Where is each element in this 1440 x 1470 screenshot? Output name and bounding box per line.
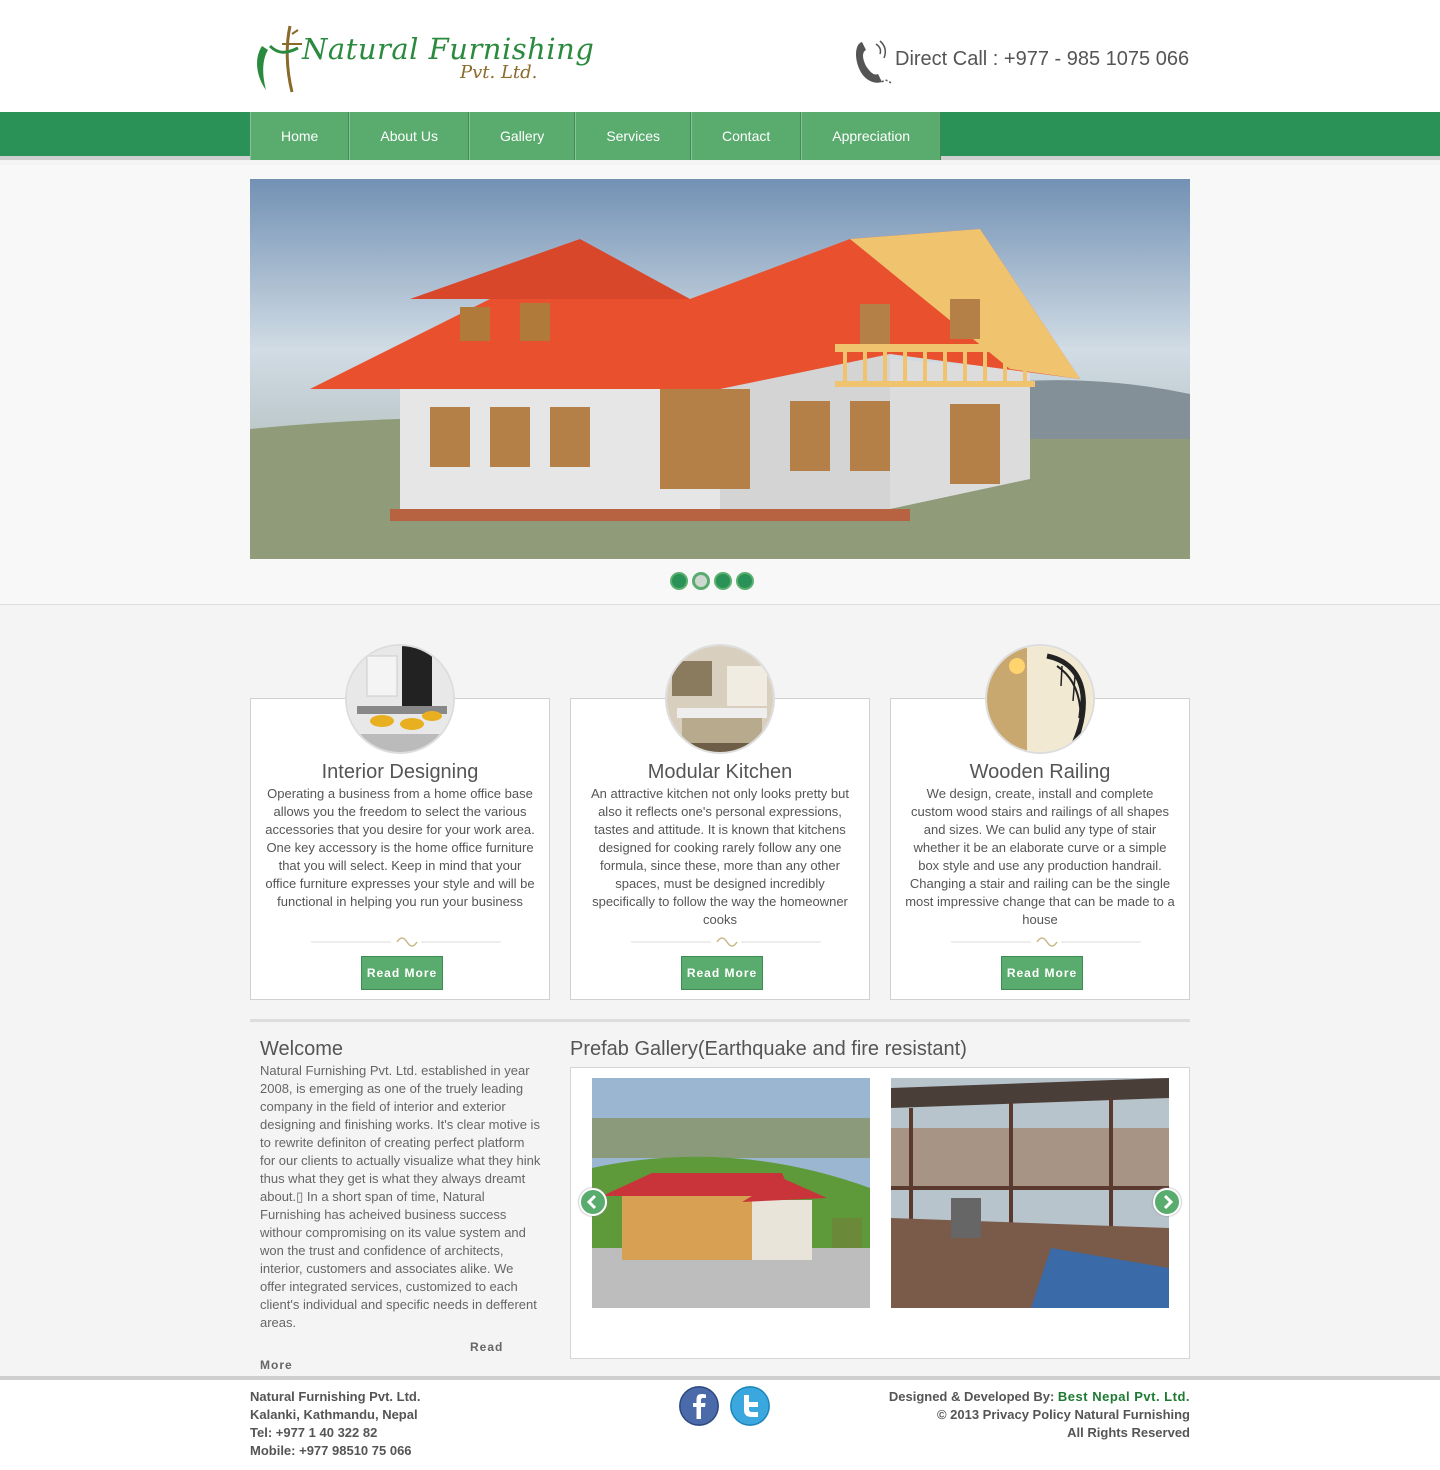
nav-appreciation[interactable]: Appreciation bbox=[801, 112, 942, 160]
interior-thumbnail[interactable] bbox=[345, 644, 455, 754]
welcome-text: Natural Furnishing Pvt. Ltd. established… bbox=[260, 1063, 541, 1330]
nav-services[interactable]: Services bbox=[575, 112, 691, 160]
developer-link[interactable]: Best Nepal Pvt. Ltd. bbox=[1058, 1389, 1190, 1404]
phone-icon bbox=[856, 40, 893, 85]
twitter-glyph bbox=[730, 1386, 770, 1426]
interior-illustration bbox=[347, 646, 453, 752]
logo-sub-text: Pvt. Ltd. bbox=[460, 62, 538, 83]
facebook-icon[interactable] bbox=[679, 1386, 719, 1426]
footer-designed-by: Designed & Developed By: bbox=[888, 1389, 1055, 1404]
footer-mobile: Mobile: +977 98510 75 066 bbox=[250, 1443, 412, 1458]
ornament-divider bbox=[311, 937, 501, 947]
site-footer: Natural Furnishing Pvt. Ltd. Kalanki, Ka… bbox=[0, 1380, 1440, 1470]
feature-title: Modular Kitchen bbox=[647, 761, 793, 783]
gallery-next-button[interactable] bbox=[1153, 1188, 1181, 1216]
twitter-icon[interactable] bbox=[730, 1386, 770, 1426]
kitchen-thumbnail[interactable] bbox=[665, 644, 775, 754]
prev-arrow-icon bbox=[586, 1194, 597, 1210]
ornament-divider bbox=[951, 937, 1141, 947]
railing-illustration bbox=[987, 646, 1093, 752]
feature-title: Interior Designing bbox=[321, 761, 479, 783]
section-divider bbox=[250, 1019, 1190, 1022]
welcome-read-more-link-cont[interactable]: More bbox=[260, 1358, 293, 1372]
nav-about-us[interactable]: About Us bbox=[349, 112, 469, 160]
slider-dot-active[interactable] bbox=[692, 572, 710, 590]
footer-address: Kalanki, Kathmandu, Nepal bbox=[250, 1407, 418, 1422]
gallery-image-steel-frame[interactable] bbox=[891, 1078, 1169, 1308]
slider-dot[interactable] bbox=[736, 572, 754, 590]
slider-dot[interactable] bbox=[670, 572, 688, 590]
feature-text: An attractive kitchen not only looks pre… bbox=[591, 786, 849, 927]
site-logo[interactable]: Natural Furnishing Pvt. Ltd. bbox=[252, 24, 594, 96]
feature-title: Wooden Railing bbox=[969, 761, 1111, 783]
main-nav: Home About Us Gallery Services Contact A… bbox=[250, 112, 942, 160]
hero-slide-image[interactable] bbox=[250, 179, 1190, 559]
gallery-prev-button[interactable] bbox=[579, 1188, 607, 1216]
facebook-glyph bbox=[679, 1386, 719, 1426]
welcome-read-more-link[interactable]: Read bbox=[470, 1340, 503, 1354]
steel-frame-photo bbox=[891, 1078, 1169, 1308]
nav-contact[interactable]: Contact bbox=[691, 112, 802, 160]
main-nav-bar: Home About Us Gallery Services Contact A… bbox=[0, 112, 1440, 160]
slider-dot[interactable] bbox=[714, 572, 732, 590]
footer-company: Natural Furnishing Pvt. Ltd. bbox=[250, 1389, 421, 1404]
footer-credits: Designed & Developed By: Best Nepal Pvt.… bbox=[889, 1388, 1190, 1442]
read-more-button[interactable]: Read More bbox=[1001, 956, 1083, 990]
read-more-button[interactable]: Read More bbox=[361, 956, 443, 990]
gallery-title: Prefab Gallery(Earthquake and fire resis… bbox=[570, 1038, 967, 1060]
prefab-gallery-carousel bbox=[570, 1067, 1190, 1359]
footer-rights: All Rights Reserved bbox=[1067, 1425, 1190, 1440]
hero-slider bbox=[0, 165, 1440, 605]
site-header: Natural Furnishing Pvt. Ltd. Direct Call… bbox=[0, 0, 1440, 112]
next-arrow-icon bbox=[1163, 1194, 1174, 1210]
prefab-house-photo bbox=[592, 1078, 870, 1308]
logo-main-text: Natural Furnishing bbox=[302, 32, 595, 66]
railing-thumbnail[interactable] bbox=[985, 644, 1095, 754]
house-illustration bbox=[250, 179, 1190, 559]
direct-call-number: Direct Call : +977 - 985 1075 066 bbox=[895, 48, 1190, 70]
welcome-title: Welcome bbox=[260, 1038, 343, 1060]
feature-text: Operating a business from a home office … bbox=[265, 786, 535, 909]
footer-tel: Tel: +977 1 40 322 82 bbox=[250, 1425, 378, 1440]
kitchen-illustration bbox=[667, 646, 773, 752]
slider-dots bbox=[670, 572, 754, 590]
footer-copyright[interactable]: © 2013 Privacy Policy Natural Furnishing bbox=[889, 1406, 1190, 1424]
footer-contact: Natural Furnishing Pvt. Ltd. Kalanki, Ka… bbox=[250, 1388, 420, 1460]
read-more-button[interactable]: Read More bbox=[681, 956, 763, 990]
ornament-divider bbox=[631, 937, 821, 947]
nav-home[interactable]: Home bbox=[250, 112, 350, 160]
nav-gallery[interactable]: Gallery bbox=[468, 112, 576, 160]
feature-text: We design, create, install and complete … bbox=[905, 786, 1175, 927]
gallery-image-prefab-house[interactable] bbox=[592, 1078, 870, 1308]
